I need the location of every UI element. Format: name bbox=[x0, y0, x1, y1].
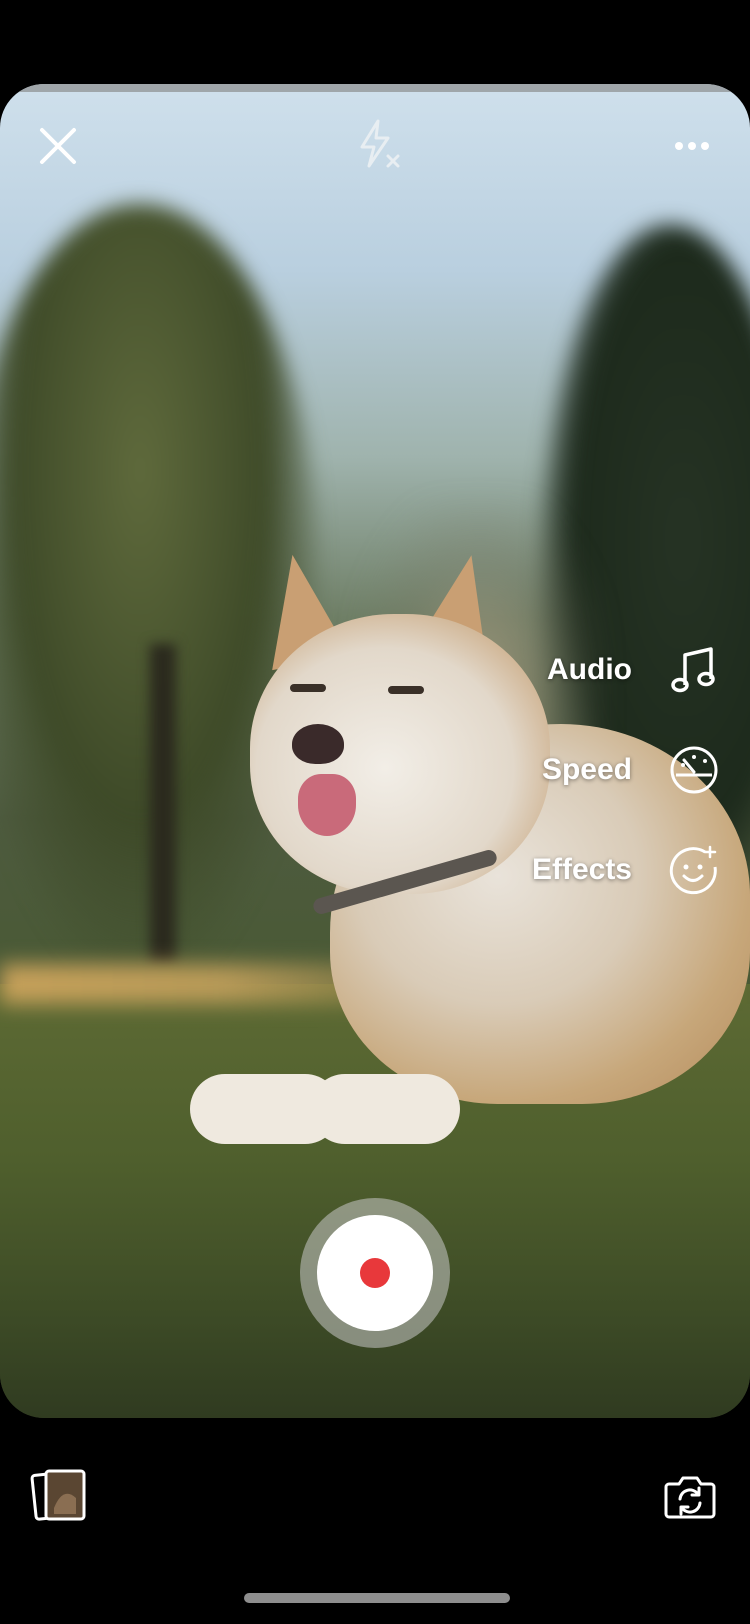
dog-nose bbox=[292, 724, 344, 764]
gallery-button[interactable] bbox=[30, 1466, 90, 1526]
record-button[interactable] bbox=[300, 1198, 450, 1348]
home-indicator[interactable] bbox=[244, 1593, 510, 1603]
close-button[interactable] bbox=[28, 116, 88, 176]
effects-label: Effects bbox=[531, 853, 632, 886]
flash-toggle-button[interactable] bbox=[346, 112, 410, 176]
viewfinder-top-edge bbox=[0, 84, 750, 92]
gallery-stack-icon bbox=[30, 1469, 86, 1521]
dog-eye-right bbox=[388, 686, 424, 694]
speed-label: Speed bbox=[541, 753, 632, 786]
flip-camera-button[interactable] bbox=[660, 1466, 720, 1526]
dog-eye-left bbox=[290, 684, 326, 692]
camera-side-menu: Audio Speed Effects bbox=[420, 620, 720, 920]
more-options-button[interactable] bbox=[664, 118, 720, 174]
music-note-icon bbox=[668, 644, 720, 696]
speedometer-icon bbox=[668, 744, 720, 796]
flash-off-icon bbox=[360, 119, 400, 168]
dog-paw-right bbox=[310, 1074, 460, 1144]
camera-flip-icon bbox=[664, 1476, 716, 1519]
close-icon bbox=[40, 128, 76, 164]
record-dot bbox=[360, 1258, 390, 1288]
smiley-sparkle-icon bbox=[668, 844, 720, 896]
audio-label: Audio bbox=[547, 653, 632, 686]
speed-option[interactable]: Speed bbox=[420, 720, 720, 820]
audio-option[interactable]: Audio bbox=[420, 620, 720, 720]
more-horizontal-icon bbox=[675, 142, 709, 150]
dog-tongue bbox=[298, 774, 356, 836]
effects-option[interactable]: Effects bbox=[420, 820, 720, 920]
record-button-inner bbox=[317, 1215, 433, 1331]
